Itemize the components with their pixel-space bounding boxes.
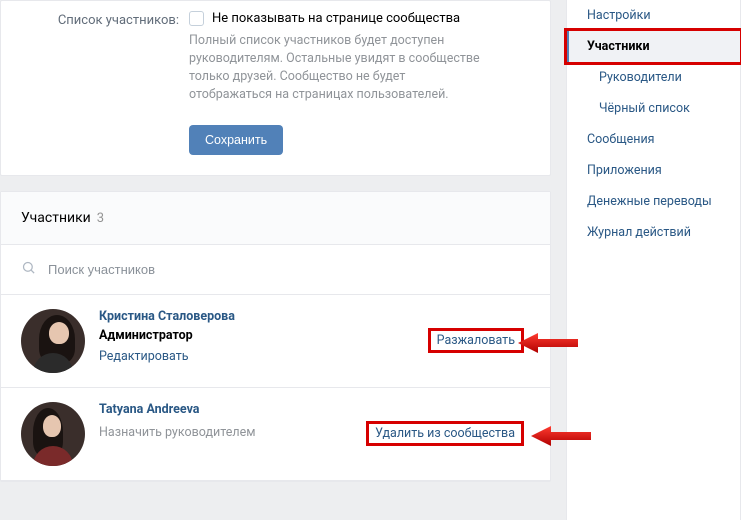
members-count: 3	[97, 211, 104, 226]
member-right-actions: Удалить из сообщества	[366, 421, 530, 446]
nav-item-apps[interactable]: Приложения	[567, 155, 740, 186]
nav-item-managers[interactable]: Руководители	[567, 62, 740, 93]
nav-item-money-transfers[interactable]: Денежные переводы	[567, 186, 740, 217]
checkbox-row[interactable]: Не показывать на странице сообщества	[189, 11, 530, 26]
member-name-link[interactable]: Tatyana Andreeva	[99, 402, 200, 417]
search-input[interactable]	[48, 262, 530, 277]
avatar[interactable]	[21, 402, 85, 466]
member-name-link[interactable]: Кристина Сталоверова	[99, 309, 235, 324]
save-button[interactable]: Сохранить	[189, 125, 283, 155]
member-row: Tatyana Andreeva Назначить руководителем…	[1, 388, 550, 481]
checkbox-hide-members[interactable]	[189, 11, 204, 26]
members-header: Участники 3	[1, 192, 550, 245]
search-icon	[21, 260, 36, 279]
avatar[interactable]	[21, 309, 85, 373]
remove-from-community-link[interactable]: Удалить из сообщества	[366, 421, 524, 446]
settings-content: Не показывать на странице сообщества Пол…	[189, 11, 530, 105]
member-info: Кристина Сталоверова Администратор Редак…	[99, 309, 414, 364]
nav-item-settings[interactable]: Настройки	[567, 0, 740, 31]
nav-item-members[interactable]: Участники	[567, 31, 740, 62]
settings-hint: Полный список участников будет доступен …	[189, 32, 489, 105]
checkbox-label: Не показывать на странице сообщества	[212, 11, 460, 26]
member-row: Кристина Сталоверова Администратор Редак…	[1, 295, 550, 388]
nav-item-action-log[interactable]: Журнал действий	[567, 217, 740, 248]
members-card: Участники 3 Кристина Сталоверова	[0, 191, 551, 482]
member-right-actions: Разжаловать	[428, 328, 530, 353]
settings-card: Список участников: Не показывать на стра…	[0, 0, 551, 176]
assign-admin-link[interactable]: Назначить руководителем	[99, 425, 255, 440]
search-row[interactable]	[1, 245, 550, 295]
members-title: Участники	[21, 210, 91, 226]
nav-item-blacklist[interactable]: Чёрный список	[567, 93, 740, 124]
demote-link[interactable]: Разжаловать	[428, 328, 524, 353]
member-info: Tatyana Andreeva Назначить руководителем	[99, 402, 352, 440]
edit-member-link[interactable]: Редактировать	[99, 349, 189, 364]
settings-row-members-visibility: Список участников: Не показывать на стра…	[21, 1, 530, 105]
settings-label: Список участников:	[21, 11, 179, 28]
nav-item-messages[interactable]: Сообщения	[567, 124, 740, 155]
member-role: Администратор	[99, 328, 414, 343]
